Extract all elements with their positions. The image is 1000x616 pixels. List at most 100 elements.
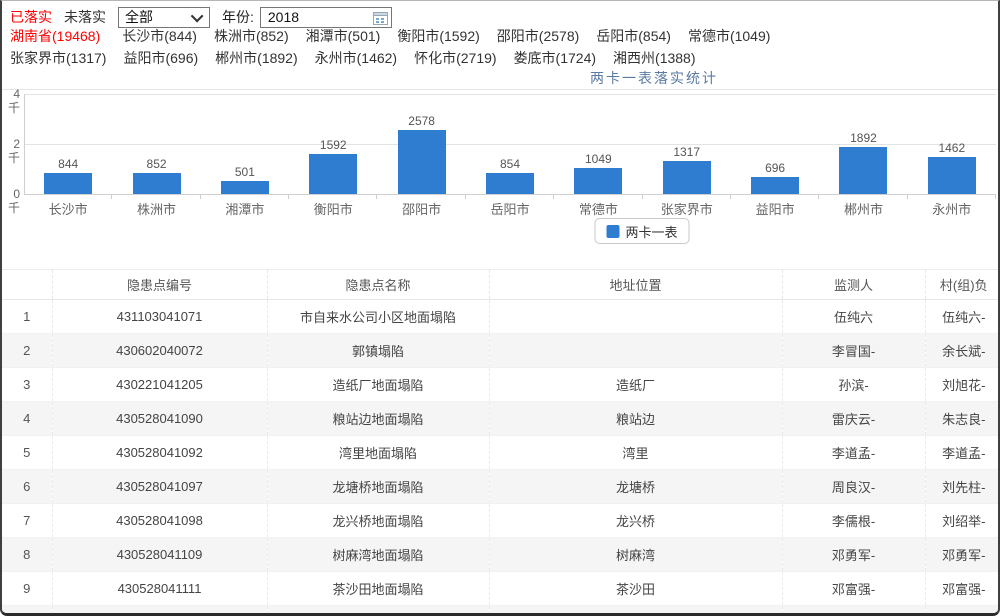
legend-swatch-icon bbox=[606, 225, 619, 238]
cell-code: 430602040072 bbox=[52, 334, 267, 368]
table-row[interactable]: 1431103041071市自来水公司小区地面塌陷伍纯六伍纯六- bbox=[2, 300, 1000, 334]
cell-code: 430528041098 bbox=[52, 504, 267, 538]
chart-category-slot: 1592衡阳市 bbox=[289, 90, 377, 220]
cell-address bbox=[489, 334, 782, 368]
table-row[interactable]: 8430528041109树麻湾地面塌陷树麻湾邓勇军-邓勇军- bbox=[2, 538, 1000, 572]
tab-not-implemented[interactable]: 未落实 bbox=[64, 7, 106, 27]
region-link[interactable]: 张家界市(1317) bbox=[10, 50, 106, 66]
cell-village: 朱志良- bbox=[925, 402, 1000, 436]
bar-value-label: 2578 bbox=[377, 114, 465, 128]
x-tick-label: 益阳市 bbox=[731, 199, 819, 218]
cell-name: 龙兴桥地面塌陷 bbox=[267, 504, 489, 538]
region-link[interactable]: 怀化市(2719) bbox=[414, 50, 496, 66]
chart-bar[interactable] bbox=[928, 157, 976, 194]
region-link[interactable]: 益阳市(696) bbox=[123, 50, 198, 66]
region-link[interactable]: 湘潭市(501) bbox=[306, 28, 381, 44]
cell-address: 树麻湾 bbox=[489, 538, 782, 572]
cell-village: 刘旭花- bbox=[925, 368, 1000, 402]
region-link[interactable]: 岳阳市(854) bbox=[596, 28, 671, 44]
table-row[interactable]: 7430528041098龙兴桥地面塌陷龙兴桥李儒根-刘绍举- bbox=[2, 504, 1000, 538]
cell-village: 伍纯六- bbox=[925, 300, 1000, 334]
cell-name: 杨梅山地面塌陷 bbox=[267, 606, 489, 616]
bar-value-label: 1592 bbox=[289, 138, 377, 152]
cell-num: 7 bbox=[2, 504, 52, 538]
chart-category-slot: 1317张家界市 bbox=[643, 90, 731, 220]
x-tick-label: 株洲市 bbox=[112, 199, 200, 218]
chart-category-slot: 854岳阳市 bbox=[466, 90, 554, 220]
cell-address bbox=[489, 300, 782, 334]
chart-bar[interactable] bbox=[839, 147, 887, 194]
cell-name: 粮站边地面塌陷 bbox=[267, 402, 489, 436]
chart-bar[interactable] bbox=[44, 173, 92, 194]
region-link[interactable]: 常德市(1049) bbox=[688, 28, 770, 44]
cell-address: 粮站边 bbox=[489, 402, 782, 436]
x-tick-label: 永州市 bbox=[908, 199, 996, 218]
bar-value-label: 1049 bbox=[554, 152, 642, 166]
region-link[interactable]: 株洲市(852) bbox=[214, 28, 289, 44]
x-tick-label: 岳阳市 bbox=[466, 199, 554, 218]
region-link[interactable]: 郴州市(1892) bbox=[215, 50, 297, 66]
table-header-cell: 隐患点编号 bbox=[52, 270, 267, 300]
bar-value-label: 1462 bbox=[908, 141, 996, 155]
table-row[interactable]: 5430528041092湾里地面塌陷湾里李道孟-李道孟- bbox=[2, 436, 1000, 470]
table-header-cell: 地址位置 bbox=[489, 270, 782, 300]
x-tick-label: 常德市 bbox=[554, 199, 642, 218]
cell-monitor: 李冒国- bbox=[782, 334, 925, 368]
region-link[interactable]: 永州市(1462) bbox=[315, 50, 397, 66]
region-link[interactable]: 衡阳市(1592) bbox=[397, 28, 479, 44]
tab-implemented[interactable]: 已落实 bbox=[10, 7, 52, 27]
table-row[interactable]: 3430221041205造纸厂地面塌陷造纸厂孙滨-刘旭花- bbox=[2, 368, 1000, 402]
cell-code: 430528041126 bbox=[52, 606, 267, 616]
cell-monitor: 伍纯六 bbox=[782, 300, 925, 334]
cell-name: 湾里地面塌陷 bbox=[267, 436, 489, 470]
chart-bar[interactable] bbox=[751, 177, 799, 194]
table-row[interactable]: 10430528041126杨梅山地面塌陷杨梅山李春香-李春香- bbox=[2, 606, 1000, 616]
cell-monitor: 李春香- bbox=[782, 606, 925, 616]
cell-village: 李春香- bbox=[925, 606, 1000, 616]
table-row[interactable]: 9430528041111茶沙田地面塌陷茶沙田邓富强-邓富强- bbox=[2, 572, 1000, 606]
bar-value-label: 696 bbox=[731, 161, 819, 175]
y-tick-label: 0千 bbox=[2, 187, 20, 201]
cell-monitor: 邓勇军- bbox=[782, 538, 925, 572]
x-tick-label: 长沙市 bbox=[24, 199, 112, 218]
chart-bar[interactable] bbox=[221, 181, 269, 194]
region-link[interactable]: 长沙市(844) bbox=[122, 28, 197, 44]
chart-bar[interactable] bbox=[133, 173, 181, 194]
page: 已落实 未落实 全部 年份: 2018 湖南省(19468)长沙市( bbox=[0, 0, 1000, 616]
region-link[interactable]: 娄底市(1724) bbox=[514, 50, 596, 66]
cell-monitor: 李儒根- bbox=[782, 504, 925, 538]
chart-category-slot: 1049 常德市 bbox=[554, 90, 642, 220]
x-tick-label: 郴州市 bbox=[819, 199, 907, 218]
cell-name: 茶沙田地面塌陷 bbox=[267, 572, 489, 606]
chart-category-slot: 1892 郴州市 bbox=[819, 90, 907, 220]
chart-title: 两卡一表落实统计 bbox=[590, 68, 718, 88]
bar-value-label: 1892 bbox=[819, 131, 907, 145]
bar-value-label: 1317 bbox=[643, 145, 731, 159]
region-filter-links: 湖南省(19468) 长沙市(844) 株洲市(852) 湘潭市(501) 衡阳市(15… bbox=[10, 25, 995, 69]
cell-code: 430528041109 bbox=[52, 538, 267, 572]
cell-monitor: 雷庆云- bbox=[782, 402, 925, 436]
chart-bar[interactable] bbox=[309, 154, 357, 194]
y-tick-label: 4千 bbox=[2, 87, 20, 101]
table-row[interactable]: 4430528041090粮站边地面塌陷粮站边雷庆云-朱志良- bbox=[2, 402, 1000, 436]
table-row[interactable]: 6430528041097龙塘桥地面塌陷龙塘桥周良汉-刘先柱- bbox=[2, 470, 1000, 504]
chart-bar[interactable] bbox=[663, 161, 711, 194]
region-link[interactable]: 湘西州(1388) bbox=[613, 50, 695, 66]
table-header-cell bbox=[2, 270, 52, 300]
table-header-row: 隐患点编号隐患点名称地址位置监测人村(组)负 bbox=[2, 270, 1000, 300]
chart-bar[interactable] bbox=[574, 168, 622, 194]
chart-bar[interactable] bbox=[486, 173, 534, 194]
cell-name: 龙塘桥地面塌陷 bbox=[267, 470, 489, 504]
cell-num: 2 bbox=[2, 334, 52, 368]
table-row[interactable]: 2430602040072郭镇塌陷李冒国-余长斌- bbox=[2, 334, 1000, 368]
chart-bar[interactable] bbox=[398, 130, 446, 194]
region-link-province[interactable]: 湖南省(19468) bbox=[10, 28, 100, 44]
cell-num: 1 bbox=[2, 300, 52, 334]
chart-category-slot: 696 益阳市 bbox=[731, 90, 819, 220]
cell-address: 龙塘桥 bbox=[489, 470, 782, 504]
bar-chart: 4千 2千 0千 844长沙市852株洲市501湘潭市1592衡阳市2578邵阳… bbox=[2, 89, 1000, 250]
table-header-cell: 监测人 bbox=[782, 270, 925, 300]
region-link[interactable]: 邵阳市(2578) bbox=[497, 28, 579, 44]
cell-monitor: 李道孟- bbox=[782, 436, 925, 470]
chart-legend[interactable]: 两卡一表 bbox=[594, 218, 689, 244]
